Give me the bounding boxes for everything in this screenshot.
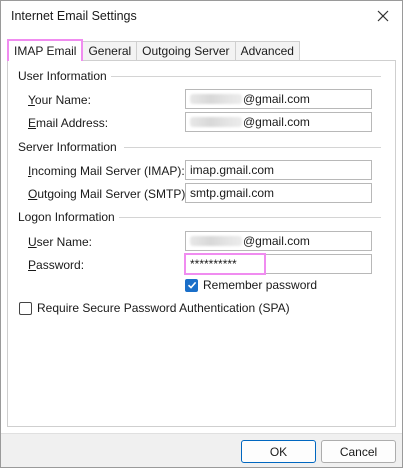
your-name-label: Your Name:: [28, 93, 91, 107]
redacted-text: [190, 236, 242, 246]
remember-password-check[interactable]: [185, 278, 198, 292]
password-label: Password:: [28, 258, 85, 272]
ok-button[interactable]: OK: [241, 440, 316, 463]
remember-password-checkbox[interactable]: Remember password: [185, 278, 317, 292]
group-title-logon-information: Logon Information: [18, 210, 119, 224]
tab-panel-imap-email: User Information Your Name: @gmail.com E…: [7, 60, 396, 427]
group-divider: [118, 217, 381, 218]
email-address-label: Email Address:: [28, 116, 109, 130]
tab-outgoing-server[interactable]: Outgoing Server: [136, 41, 236, 61]
tab-imap-email[interactable]: IMAP Email: [7, 39, 84, 61]
close-icon: [377, 10, 389, 22]
incoming-server-field[interactable]: imap.gmail.com: [185, 160, 372, 180]
group-title-user-information: User Information: [18, 69, 111, 83]
dialog-footer: OK Cancel: [1, 433, 402, 467]
tab-general[interactable]: General: [82, 41, 138, 61]
cancel-button[interactable]: Cancel: [321, 440, 396, 463]
outgoing-server-label: Outgoing Mail Server (SMTP):: [28, 187, 189, 201]
check-icon: [187, 281, 196, 289]
window-title: Internet Email Settings: [11, 9, 137, 23]
spa-check[interactable]: [19, 301, 32, 315]
remember-password-label: Remember password: [203, 278, 318, 292]
user-name-label: User Name:: [28, 235, 93, 249]
group-divider: [124, 147, 381, 148]
your-name-field[interactable]: @gmail.com: [185, 89, 372, 109]
outgoing-server-field[interactable]: smtp.gmail.com: [185, 183, 372, 203]
group-title-server-information: Server Information: [18, 140, 121, 154]
tab-strip: IMAP Email General Outgoing Server Advan…: [7, 39, 300, 61]
group-divider: [108, 76, 381, 77]
title-bar: Internet Email Settings: [1, 1, 402, 31]
password-field[interactable]: **********: [185, 254, 372, 274]
redacted-text: [190, 117, 242, 127]
incoming-server-label: Incoming Mail Server (IMAP):: [28, 164, 185, 178]
tab-advanced[interactable]: Advanced: [234, 41, 300, 61]
internet-email-settings-dialog: Internet Email Settings IMAP Email Gener…: [0, 0, 403, 468]
redacted-text: [190, 94, 242, 104]
user-name-field[interactable]: @gmail.com: [185, 231, 372, 251]
spa-checkbox[interactable]: Require Secure Password Authentication (…: [19, 301, 290, 315]
spa-label: Require Secure Password Authentication (…: [37, 301, 290, 315]
close-button[interactable]: [372, 6, 394, 26]
email-address-field[interactable]: @gmail.com: [185, 112, 372, 132]
